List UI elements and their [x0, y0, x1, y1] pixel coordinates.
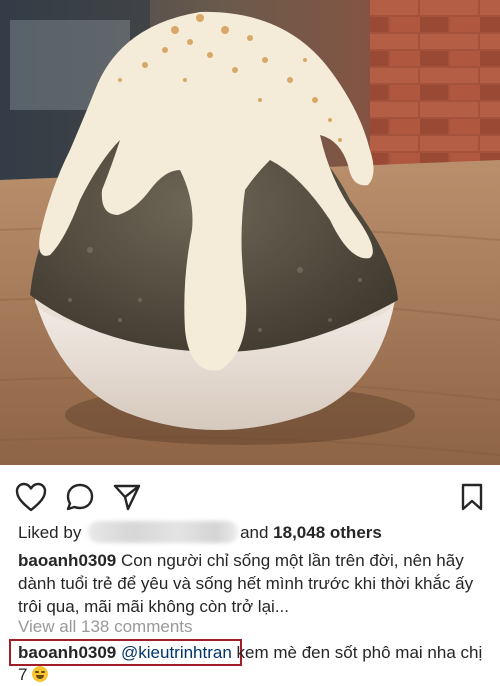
- paper-plane-icon[interactable]: [110, 480, 144, 514]
- blurred-username: [88, 521, 239, 544]
- likes-count[interactable]: 18,048 others: [273, 523, 382, 542]
- heart-outline-icon[interactable]: [14, 480, 48, 514]
- post-caption: baoanh0309 Con người chỉ sống một lần tr…: [18, 549, 484, 618]
- speech-bubble-icon[interactable]: [63, 480, 97, 514]
- comment-mention[interactable]: @kieutrinhtran: [121, 643, 232, 662]
- view-all-comments-link[interactable]: View all 138 comments: [18, 616, 193, 638]
- post-image[interactable]: [0, 0, 500, 465]
- comment-item: baoanh0309 @kieutrinhtran kem mè đen sốt…: [18, 642, 484, 686]
- comment-username[interactable]: baoanh0309: [18, 643, 116, 662]
- bookmark-icon[interactable]: [455, 480, 489, 514]
- likes-conjunction: and: [240, 523, 269, 542]
- post-action-bar: [0, 465, 500, 523]
- likes-prefix: Liked by: [18, 523, 82, 542]
- likes-summary: Liked by and 18,048 others: [18, 521, 382, 544]
- laughing-emoji-icon: [32, 666, 49, 682]
- caption-username[interactable]: baoanh0309: [18, 551, 116, 570]
